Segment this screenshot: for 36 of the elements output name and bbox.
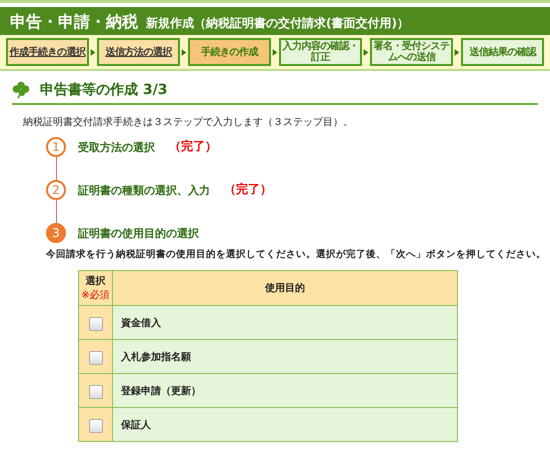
- step-number: 1: [46, 137, 66, 157]
- clover-icon: [12, 81, 30, 99]
- step-status: （完了）: [169, 138, 217, 154]
- intro-text: 納税証明書交付請求手続きは３ステップで入力します（３ステップ目）。: [23, 116, 354, 129]
- table-cell: 入札参加指名願: [112, 340, 458, 374]
- progress-step: 送信結果の確認: [461, 38, 544, 66]
- checkbox[interactable]: [88, 316, 102, 331]
- page-title: 申告・申請・納税: [10, 12, 138, 33]
- page-subtitle: 新規作成（納税証明書の交付請求(書面交付用)）: [146, 15, 409, 32]
- required-note: ※必須: [80, 288, 111, 302]
- step-description: 今回請求を行う納税証明書の使用目的を選択してください。選択が完了後、「次へ」ボタンを押してください。: [46, 248, 546, 261]
- step-number: 2: [46, 180, 66, 200]
- checkbox[interactable]: [88, 350, 102, 365]
- arrow-icon: [272, 48, 278, 56]
- step-label: 証明書の使用目的の選択: [78, 226, 199, 241]
- progress-step: 署名・受付システムへの送信: [370, 38, 453, 66]
- step-status: （完了）: [224, 180, 272, 198]
- table-header: 選択 ※必須: [78, 270, 112, 306]
- table-cell: 登録申請（更新）: [112, 374, 458, 408]
- progress-step: 手続きの作成: [188, 38, 271, 66]
- table-cell: 保証人: [112, 408, 458, 442]
- section-title: 申告書等の作成 3/3: [40, 81, 168, 99]
- arrow-icon: [90, 48, 96, 56]
- progress-step[interactable]: 作成手続きの選択: [6, 38, 89, 66]
- progress-step[interactable]: 送信方法の選択: [97, 38, 180, 66]
- arrow-icon: [181, 48, 187, 56]
- table-cell: 資金借入: [112, 306, 458, 340]
- step-label: 受取方法の選択: [78, 140, 155, 155]
- arrow-icon: [363, 48, 369, 56]
- step-number: 3: [46, 223, 66, 243]
- arrow-icon: [454, 48, 460, 56]
- checkbox[interactable]: [88, 384, 102, 399]
- step-label: 証明書の種類の選択、入力: [78, 183, 210, 198]
- table-header: 使用目的: [112, 270, 458, 306]
- checkbox[interactable]: [88, 418, 102, 433]
- progress-step: 入力内容の確認・訂正: [279, 38, 362, 66]
